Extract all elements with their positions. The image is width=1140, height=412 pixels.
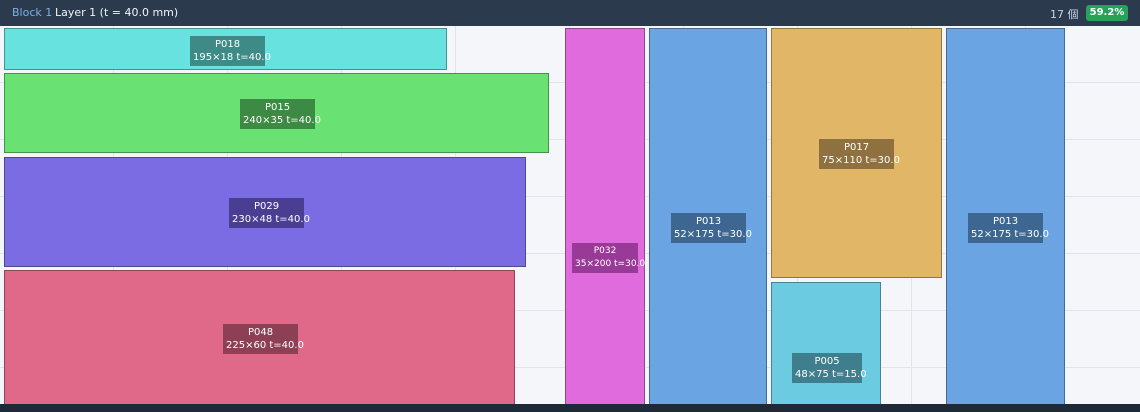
piece-label: P048 225×60 t=40.0: [223, 324, 304, 354]
piece-id: P013: [992, 216, 1019, 227]
piece-p005[interactable]: P005 48×75 t=15.0: [771, 282, 881, 412]
layer-header: Block 1 Layer 1 (t = 40.0 mm) 17 個 59.2%: [0, 0, 1140, 26]
piece-label: P013 52×175 t=30.0: [968, 213, 1049, 243]
piece-p013[interactable]: P013 52×175 t=30.0: [946, 28, 1065, 412]
piece-label: P005 48×75 t=15.0: [792, 353, 867, 383]
piece-label: P015 240×35 t=40.0: [240, 99, 321, 129]
piece-p013[interactable]: P013 52×175 t=30.0: [649, 28, 767, 412]
piece-dims: 48×75 t=15.0: [795, 369, 867, 380]
piece-id: P017: [843, 142, 870, 153]
layout-canvas: P018 195×18 t=40.0 P015 240×35 t=40.0 P0…: [0, 26, 1140, 412]
piece-id: P018: [214, 39, 241, 50]
block-label[interactable]: Block 1: [12, 6, 52, 19]
layer-label: Layer 1 (t = 40.0 mm): [55, 6, 179, 19]
piece-id: P015: [264, 102, 291, 113]
piece-p017[interactable]: P017 75×110 t=30.0: [771, 28, 942, 278]
piece-id: P048: [247, 327, 274, 338]
piece-dims: 52×175 t=30.0: [971, 229, 1049, 240]
piece-p029[interactable]: P029 230×48 t=40.0: [4, 157, 526, 267]
piece-p048[interactable]: P048 225×60 t=40.0: [4, 270, 515, 412]
piece-label: P018 195×18 t=40.0: [190, 36, 271, 66]
piece-label: P017 75×110 t=30.0: [819, 139, 900, 169]
piece-p015[interactable]: P015 240×35 t=40.0: [4, 73, 549, 153]
piece-p032[interactable]: P032 35×200 t=30.0: [565, 28, 645, 412]
piece-dims: 195×18 t=40.0: [193, 52, 271, 63]
piece-dims: 225×60 t=40.0: [226, 340, 304, 351]
piece-dims: 75×110 t=30.0: [822, 155, 900, 166]
piece-label: P029 230×48 t=40.0: [229, 198, 310, 228]
piece-id: P029: [253, 201, 280, 212]
piece-dims: 240×35 t=40.0: [243, 115, 321, 126]
piece-dims: 35×200 t=30.0: [575, 259, 646, 269]
utilization-badge: 59.2%: [1086, 5, 1128, 21]
piece-count: 17 個: [1050, 8, 1079, 21]
piece-id: P005: [814, 356, 840, 367]
piece-dims: 52×175 t=30.0: [674, 229, 752, 240]
piece-dims: 230×48 t=40.0: [232, 214, 310, 225]
piece-p018[interactable]: P018 195×18 t=40.0: [4, 28, 447, 70]
canvas-bottom-edge: [0, 404, 1140, 412]
piece-id: P032: [593, 246, 617, 256]
piece-label: P013 52×175 t=30.0: [671, 213, 752, 243]
piece-label: P032 35×200 t=30.0: [572, 243, 646, 273]
piece-id: P013: [695, 216, 722, 227]
